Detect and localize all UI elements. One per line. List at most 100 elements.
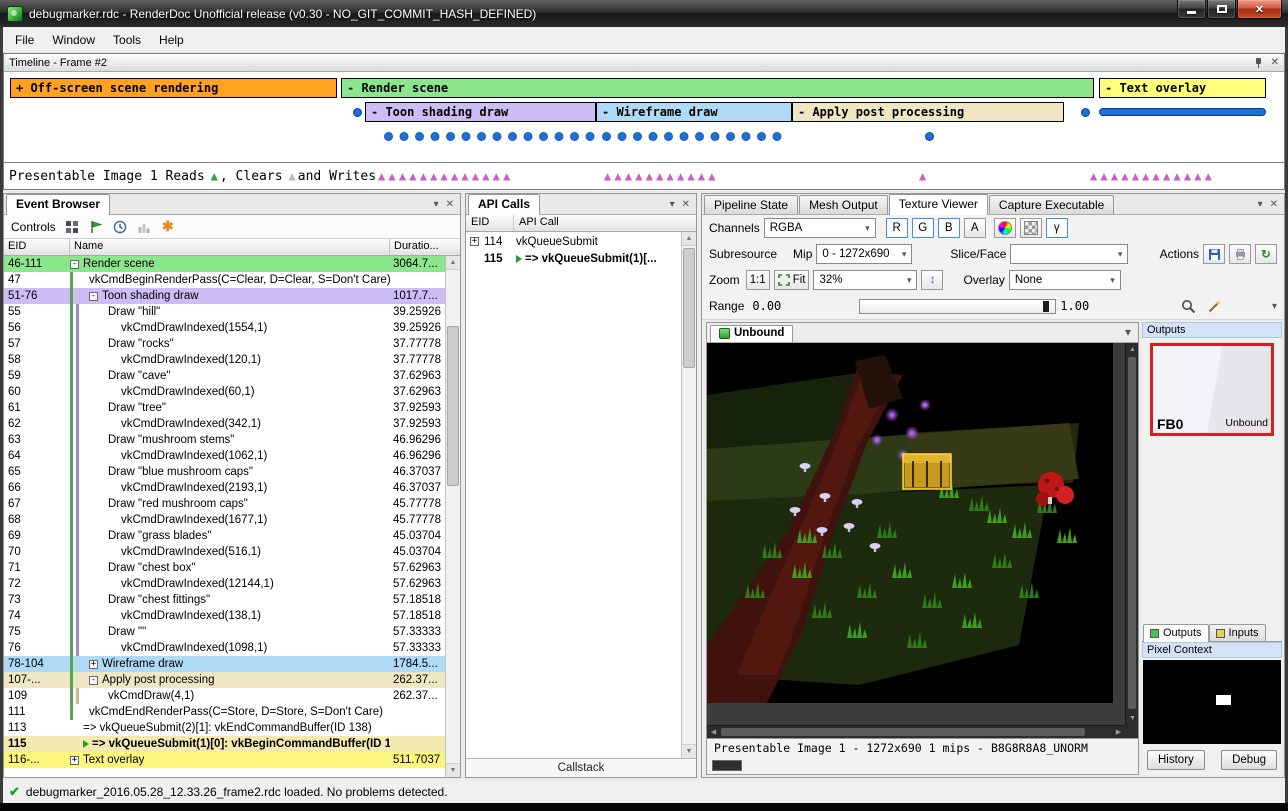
event-row[interactable]: 64vkCmdDrawIndexed(1062,1)46.96296	[4, 448, 445, 464]
refresh-button[interactable]: ↻	[1255, 244, 1277, 264]
menu-window[interactable]: Window	[43, 30, 104, 50]
event-row[interactable]: 66vkCmdDrawIndexed(2193,1)46.37037	[4, 480, 445, 496]
event-row[interactable]: 61Draw "tree"37.92593	[4, 400, 445, 416]
expander-icon[interactable]: -	[89, 676, 98, 685]
fit-button[interactable]: Fit	[774, 270, 810, 290]
zoom-select[interactable]: 32%▾	[813, 270, 917, 290]
event-row[interactable]: 113=> vkQueueSubmit(2)[1]: vkEndCommandB…	[4, 720, 445, 736]
panel-close-icon[interactable]: ✕	[1270, 199, 1278, 210]
settings-star-icon[interactable]: ✱	[160, 219, 176, 235]
expander-icon[interactable]: +	[70, 756, 79, 765]
title-bar[interactable]: debugmarker.rdc - RenderDoc Unofficial r…	[0, 0, 1288, 27]
event-row[interactable]: 46-111-Render scene3064.7...	[4, 256, 445, 272]
channel-blue-toggle[interactable]: B	[938, 218, 960, 238]
event-row[interactable]: 51-76-Toon shading draw1017.7...	[4, 288, 445, 304]
event-row[interactable]: 59Draw "cave"37.62963	[4, 368, 445, 384]
event-row[interactable]: 58vkCmdDrawIndexed(120,1)37.77778	[4, 352, 445, 368]
column-duration[interactable]: Duratio...	[390, 239, 445, 255]
tab-event-browser[interactable]: Event Browser	[6, 194, 110, 215]
event-row[interactable]: 71Draw "chest box"57.62963	[4, 560, 445, 576]
minimize-button[interactable]	[1177, 0, 1206, 19]
scroll-up-icon[interactable]: ▲	[682, 232, 696, 246]
event-row[interactable]: 68vkCmdDrawIndexed(1677,1)45.77778	[4, 512, 445, 528]
timeline-bar-text-overlay[interactable]: - Text overlay	[1099, 78, 1266, 98]
event-row[interactable]: 47vkCmdBeginRenderPass(C=Clear, D=Clear,…	[4, 272, 445, 288]
timeline-canvas[interactable]: + Off-screen scene rendering - Render sc…	[4, 72, 1284, 189]
tab-capture-executable[interactable]: Capture Executable	[989, 195, 1114, 214]
menu-file[interactable]: File	[6, 30, 43, 50]
panel-menu-icon[interactable]: ▾	[434, 199, 439, 210]
bookmark-flag-icon[interactable]	[88, 219, 104, 235]
channel-red-toggle[interactable]: R	[886, 218, 908, 238]
save-button[interactable]	[1203, 244, 1225, 264]
event-row[interactable]: 74vkCmdDrawIndexed(138,1)57.18518	[4, 608, 445, 624]
event-row[interactable]: 69Draw "grass blades"45.03704	[4, 528, 445, 544]
expander-icon[interactable]: +	[89, 660, 98, 669]
range-slider[interactable]	[859, 299, 1056, 314]
overlay-select[interactable]: None▾	[1009, 270, 1121, 290]
tab-mesh-output[interactable]: Mesh Output	[799, 195, 888, 214]
event-row[interactable]: 78-104+Wireframe draw1784.5...	[4, 656, 445, 672]
tab-api-calls[interactable]: API Calls	[468, 194, 540, 215]
event-row[interactable]: 75Draw ""57.33333	[4, 624, 445, 640]
timeline-usage-row[interactable]: Presentable Image 1 Reads ▲ , Clears ▲ a…	[4, 162, 1284, 189]
zoom-1to1-button[interactable]: 1:1	[746, 270, 770, 290]
timeline-draw-dot[interactable]	[1081, 108, 1090, 117]
timeline-bar-toon[interactable]: - Toon shading draw	[365, 102, 596, 122]
texture-tab-unbound[interactable]: Unbound	[710, 325, 793, 342]
texture-viewport[interactable]: ▲ ▼ ◀ ▶	[707, 343, 1138, 738]
timeline-text-overlay-marker[interactable]	[1099, 108, 1266, 116]
scroll-down-icon[interactable]: ▼	[446, 763, 460, 777]
panel-close-icon[interactable]: ✕	[446, 199, 454, 210]
event-row[interactable]: 115=> vkQueueSubmit(1)[0]: vkBeginComman…	[4, 736, 445, 752]
fb0-thumbnail[interactable]: FB0 Unbound	[1150, 343, 1274, 436]
timeline-draw-dots-toon[interactable]	[383, 131, 596, 142]
timeline-draw-dot[interactable]	[925, 132, 934, 141]
expander-icon[interactable]: -	[70, 260, 79, 269]
menu-tools[interactable]: Tools	[104, 30, 150, 50]
event-row[interactable]: 55Draw "hill"39.25926	[4, 304, 445, 320]
pin-icon[interactable]	[1253, 58, 1263, 68]
event-row[interactable]: 107-...-Apply post processing262.37...	[4, 672, 445, 688]
scroll-up-icon[interactable]: ▲	[446, 256, 460, 270]
gamma-toggle[interactable]: γ	[1046, 218, 1068, 238]
event-row[interactable]: 116-...+Text overlay511.7037	[4, 752, 445, 768]
callstack-section[interactable]: Callstack	[466, 758, 696, 777]
close-button[interactable]: ✕	[1237, 0, 1282, 19]
mip-select[interactable]: 0 - 1272x690▾	[816, 244, 912, 264]
channel-alpha-toggle[interactable]: A	[964, 218, 986, 238]
history-button[interactable]: History	[1147, 750, 1205, 770]
scroll-thumb[interactable]	[721, 728, 1085, 736]
stats-chart-icon[interactable]	[136, 219, 152, 235]
timeline-close-icon[interactable]: ✕	[1271, 57, 1279, 68]
background-checker-button[interactable]	[1020, 218, 1042, 238]
event-row[interactable]: 70vkCmdDrawIndexed(516,1)45.03704	[4, 544, 445, 560]
expander-icon[interactable]: -	[89, 292, 98, 301]
event-row[interactable]: 62vkCmdDrawIndexed(342,1)37.92593	[4, 416, 445, 432]
texture-tab-list-icon[interactable]: ▾	[1125, 325, 1135, 342]
event-row[interactable]: 63Draw "mushroom stems"46.96296	[4, 432, 445, 448]
range-slider-handle[interactable]	[1043, 301, 1049, 312]
scroll-down-icon[interactable]: ▼	[682, 744, 696, 758]
tab-pipeline-state[interactable]: Pipeline State	[704, 195, 798, 214]
column-name[interactable]: Name	[70, 239, 390, 255]
column-eid[interactable]: EID	[4, 239, 70, 255]
timeline-bar-wireframe[interactable]: - Wireframe draw	[596, 102, 792, 122]
debug-button[interactable]: Debug	[1221, 750, 1277, 770]
tab-outputs[interactable]: Outputs	[1143, 624, 1209, 642]
event-row[interactable]: 109vkCmdDraw(4,1)262.37...	[4, 688, 445, 704]
event-row[interactable]: 56vkCmdDrawIndexed(1554,1)39.25926	[4, 320, 445, 336]
timeline-bar-postproc[interactable]: - Apply post processing	[792, 102, 1064, 122]
maximize-button[interactable]	[1207, 0, 1236, 19]
flip-y-button[interactable]: ↕	[921, 270, 943, 290]
event-row[interactable]: 72vkCmdDrawIndexed(12144,1)57.62963	[4, 576, 445, 592]
column-api-call[interactable]: API Call	[514, 215, 696, 231]
time-clock-icon[interactable]	[112, 219, 128, 235]
panel-close-icon[interactable]: ✕	[682, 199, 690, 210]
texture-horizontal-scrollbar[interactable]: ◀ ▶	[707, 725, 1125, 738]
event-row[interactable]: 76vkCmdDrawIndexed(1098,1)57.33333	[4, 640, 445, 656]
tab-texture-viewer[interactable]: Texture Viewer	[889, 194, 988, 215]
timeline-draw-dots-wireframe[interactable]	[601, 131, 787, 142]
api-call-row[interactable]: 115=> vkQueueSubmit(1)[...	[466, 250, 681, 267]
sliceface-select[interactable]: ▾	[1010, 244, 1128, 264]
